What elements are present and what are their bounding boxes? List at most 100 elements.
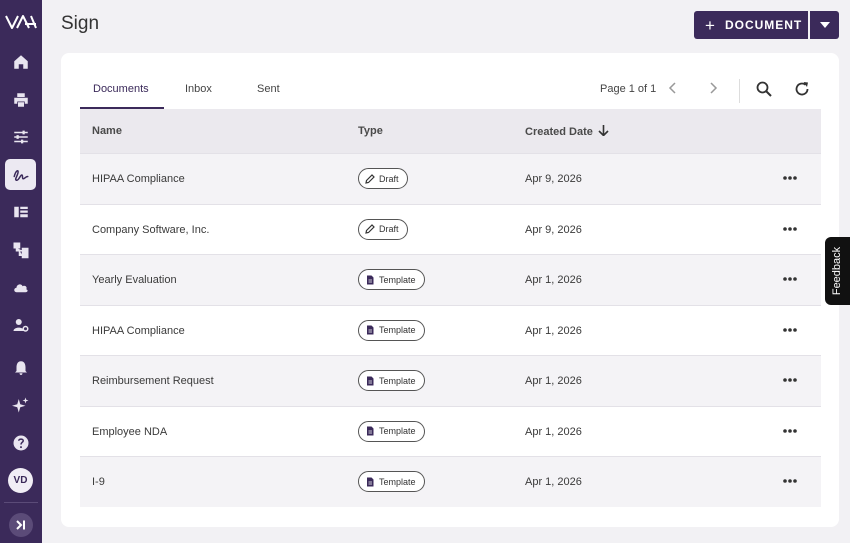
tab-inbox[interactable]: Inbox — [185, 83, 212, 95]
type-badge-label: Template — [379, 274, 416, 285]
user-settings-icon — [13, 318, 28, 332]
sidebar-expand-button[interactable] — [9, 513, 33, 537]
table-header: Name Type Created Date — [80, 109, 821, 153]
document-name[interactable]: HIPAA Compliance — [92, 173, 185, 185]
nav-user-settings[interactable] — [5, 309, 36, 340]
created-date: Apr 9, 2026 — [525, 173, 582, 185]
nav-home[interactable] — [5, 46, 36, 77]
plus-icon: + — [705, 15, 716, 35]
documents-table: Name Type Created Date HIPAA Compliance D… — [80, 109, 821, 507]
table-row[interactable]: Employee NDA Template Apr 1, 2026 — [80, 405, 821, 457]
more-options-icon[interactable] — [782, 323, 798, 337]
toolbar-divider — [739, 79, 740, 103]
new-document-label: DOCUMENT — [724, 18, 803, 32]
caret-down-icon — [819, 22, 830, 28]
type-badge: Draft — [358, 218, 408, 240]
bell-icon — [14, 360, 27, 375]
expand-icon — [16, 520, 25, 530]
new-document-button[interactable]: + DOCUMENT — [694, 11, 808, 39]
type-badge: Template — [358, 269, 425, 290]
document-icon — [367, 477, 374, 486]
document-name[interactable]: Yearly Evaluation — [92, 274, 177, 286]
document-name[interactable]: I-9 — [92, 476, 105, 488]
nav-print[interactable] — [5, 84, 36, 115]
search-icon[interactable] — [756, 81, 772, 97]
created-date: Apr 9, 2026 — [525, 223, 582, 236]
pagination-label: Page 1 of 1 — [600, 83, 657, 95]
more-options-icon[interactable] — [782, 222, 798, 236]
chevron-right-icon[interactable] — [706, 81, 720, 95]
type-badge-label: Draft — [379, 224, 399, 234]
nav-sign[interactable] — [5, 159, 36, 190]
sliders-icon — [13, 130, 28, 143]
nav-library[interactable] — [5, 196, 36, 227]
type-badge: Template — [358, 319, 425, 341]
home-icon — [13, 54, 28, 69]
document-name[interactable]: Company Software, Inc. — [92, 224, 209, 236]
type-badge: Template — [358, 370, 425, 391]
more-options-icon[interactable] — [782, 373, 798, 387]
document-name[interactable]: HIPAA Compliance — [92, 325, 185, 337]
more-options-icon[interactable] — [782, 474, 798, 488]
page-title: Sign — [61, 13, 100, 34]
created-date: Apr 1, 2026 — [525, 274, 582, 286]
type-badge: Draft — [358, 168, 408, 189]
documents-card: Documents Inbox Sent Page 1 of 1 Name Ty… — [61, 53, 839, 527]
type-badge: Template — [358, 471, 425, 492]
type-badge-label: Template — [379, 426, 416, 436]
column-header-created[interactable]: Created Date — [525, 125, 609, 138]
type-badge-label: Template — [379, 375, 416, 386]
created-date: Apr 1, 2026 — [525, 324, 582, 337]
column-header-type[interactable]: Type — [358, 125, 383, 137]
table-row[interactable]: Reimbursement Request Template Apr 1, 2026 — [80, 355, 821, 406]
nav-workflow[interactable] — [5, 234, 36, 265]
table-row[interactable]: Yearly Evaluation Template Apr 1, 2026 — [80, 254, 821, 305]
document-icon — [367, 376, 374, 385]
more-options-icon[interactable] — [782, 171, 798, 185]
feedback-tab[interactable]: Feedback — [825, 237, 850, 305]
signature-icon — [13, 169, 28, 181]
sparkles-icon — [11, 397, 28, 412]
nav-notifications[interactable] — [5, 352, 36, 383]
table-row[interactable]: Company Software, Inc. Draft Apr 9, 2026 — [80, 203, 821, 255]
workflow-icon — [13, 242, 28, 258]
tab-documents[interactable]: Documents — [93, 83, 149, 95]
sidebar-divider — [4, 502, 38, 503]
nav-settings[interactable] — [5, 121, 36, 152]
printer-icon — [13, 92, 28, 107]
document-name[interactable]: Reimbursement Request — [92, 375, 214, 387]
created-date: Apr 1, 2026 — [525, 425, 582, 438]
document-icon — [367, 275, 374, 284]
tab-sent[interactable]: Sent — [257, 83, 280, 95]
app-logo[interactable] — [4, 13, 38, 31]
nav-help[interactable] — [5, 427, 36, 458]
pencil-icon — [365, 173, 375, 184]
type-badge-label: Draft — [379, 173, 399, 184]
refresh-icon[interactable] — [794, 81, 810, 97]
sidebar: VD — [0, 0, 42, 543]
created-date: Apr 1, 2026 — [525, 375, 582, 387]
type-badge: Template — [358, 420, 425, 442]
table-row[interactable]: HIPAA Compliance Draft Apr 9, 2026 — [80, 153, 821, 204]
nav-ai[interactable] — [5, 389, 36, 420]
cloud-icon — [13, 283, 28, 292]
pencil-icon — [365, 224, 375, 234]
more-options-icon[interactable] — [782, 424, 798, 438]
feedback-label: Feedback — [831, 246, 844, 296]
created-date: Apr 1, 2026 — [525, 476, 582, 488]
table-row[interactable]: HIPAA Compliance Template Apr 1, 2026 — [80, 304, 821, 356]
type-badge-label: Template — [379, 325, 416, 335]
document-icon — [367, 426, 374, 436]
help-icon — [13, 435, 28, 450]
type-badge-label: Template — [379, 476, 416, 487]
new-document-dropdown-button[interactable] — [810, 11, 839, 39]
table-row[interactable]: I-9 Template Apr 1, 2026 — [80, 456, 821, 507]
library-icon — [13, 206, 28, 217]
column-header-name[interactable]: Name — [92, 125, 122, 137]
nav-cloud[interactable] — [5, 271, 36, 302]
avatar[interactable]: VD — [8, 468, 33, 493]
document-name[interactable]: Employee NDA — [92, 426, 167, 438]
chevron-left-icon[interactable] — [666, 81, 680, 95]
more-options-icon[interactable] — [782, 272, 798, 286]
sort-down-icon — [598, 125, 609, 137]
